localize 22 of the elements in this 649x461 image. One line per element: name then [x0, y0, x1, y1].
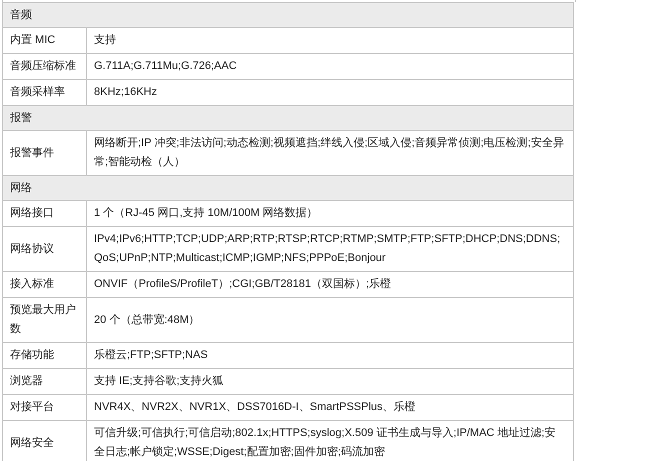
spec-value: 支持 IE;支持谷歌;支持火狐 — [86, 368, 574, 394]
spec-label: 网络安全 — [2, 420, 86, 461]
spec-value: 1 个（RJ-45 网口,支持 10M/100M 网络数据） — [86, 200, 574, 226]
section-header: 音频 — [2, 2, 574, 28]
spec-label: 接入标准 — [2, 272, 86, 298]
spec-label: 存储功能 — [2, 342, 86, 368]
spec-value: 支持 — [86, 28, 574, 54]
spec-value: 20 个（总带宽:48M） — [86, 298, 574, 342]
spec-label: 浏览器 — [2, 368, 86, 394]
spec-label: 对接平台 — [2, 394, 86, 420]
spec-value: IPv4;IPv6;HTTP;TCP;UDP;ARP;RTP;RTSP;RTCP;RTMP;SMTP;FTP;SFTP;DHCP;DNS;DDNS;QoS;UPnP;NTP;Multicast;ICMP;IGMP;NFS;PPPoE;Bonjour — [86, 226, 574, 272]
spec-label: 网络接口 — [2, 200, 86, 226]
spec-value: ONVIF（ProfileS/ProfileT）;CGI;GB/T28181（双国标）;乐橙 — [86, 272, 574, 298]
spec-label: 预览最大用户数 — [2, 298, 86, 342]
spec-value: G.711A;G.711Mu;G.726;AAC — [86, 54, 574, 80]
section-header: 报警 — [2, 106, 574, 130]
spec-value: 乐橙云;FTP;SFTP;NAS — [86, 342, 574, 368]
spec-label: 网络协议 — [2, 226, 86, 272]
section-header: 网络 — [2, 176, 574, 200]
spec-label: 内置 MIC — [2, 28, 86, 54]
spec-label: 音频压缩标准 — [2, 54, 86, 80]
spec-value: NVR4X、NVR2X、NVR1X、DSS7016D-I、SmartPSSPlus、乐橙 — [86, 394, 574, 420]
